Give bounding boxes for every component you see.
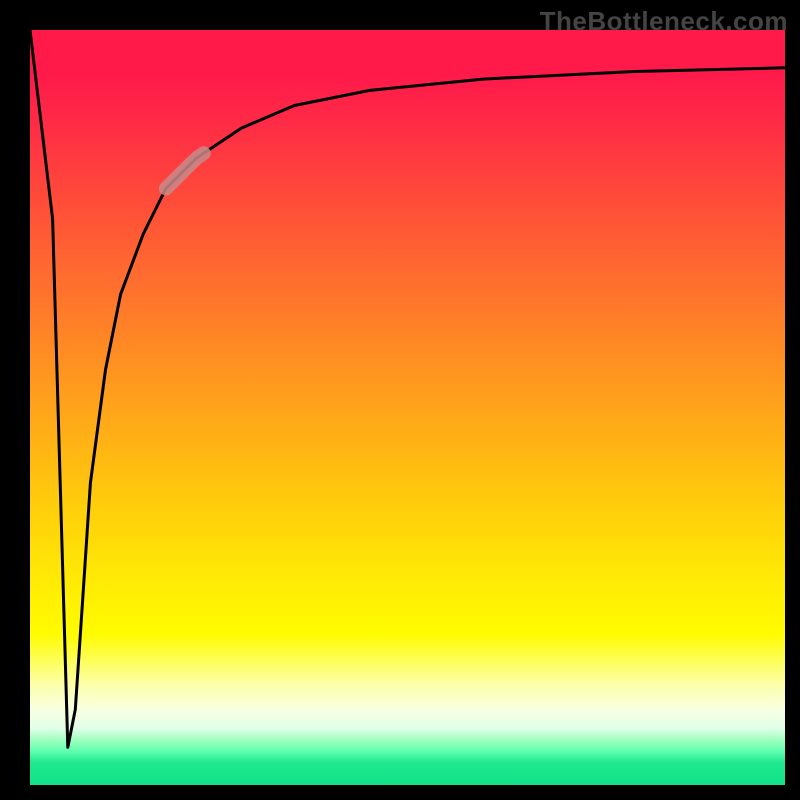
watermark-text: TheBottleneck.com [540, 6, 788, 37]
plot-area [30, 30, 785, 785]
curve-highlight-segment [166, 153, 204, 188]
curve-svg [30, 30, 785, 785]
bottleneck-curve-path [30, 30, 785, 747]
